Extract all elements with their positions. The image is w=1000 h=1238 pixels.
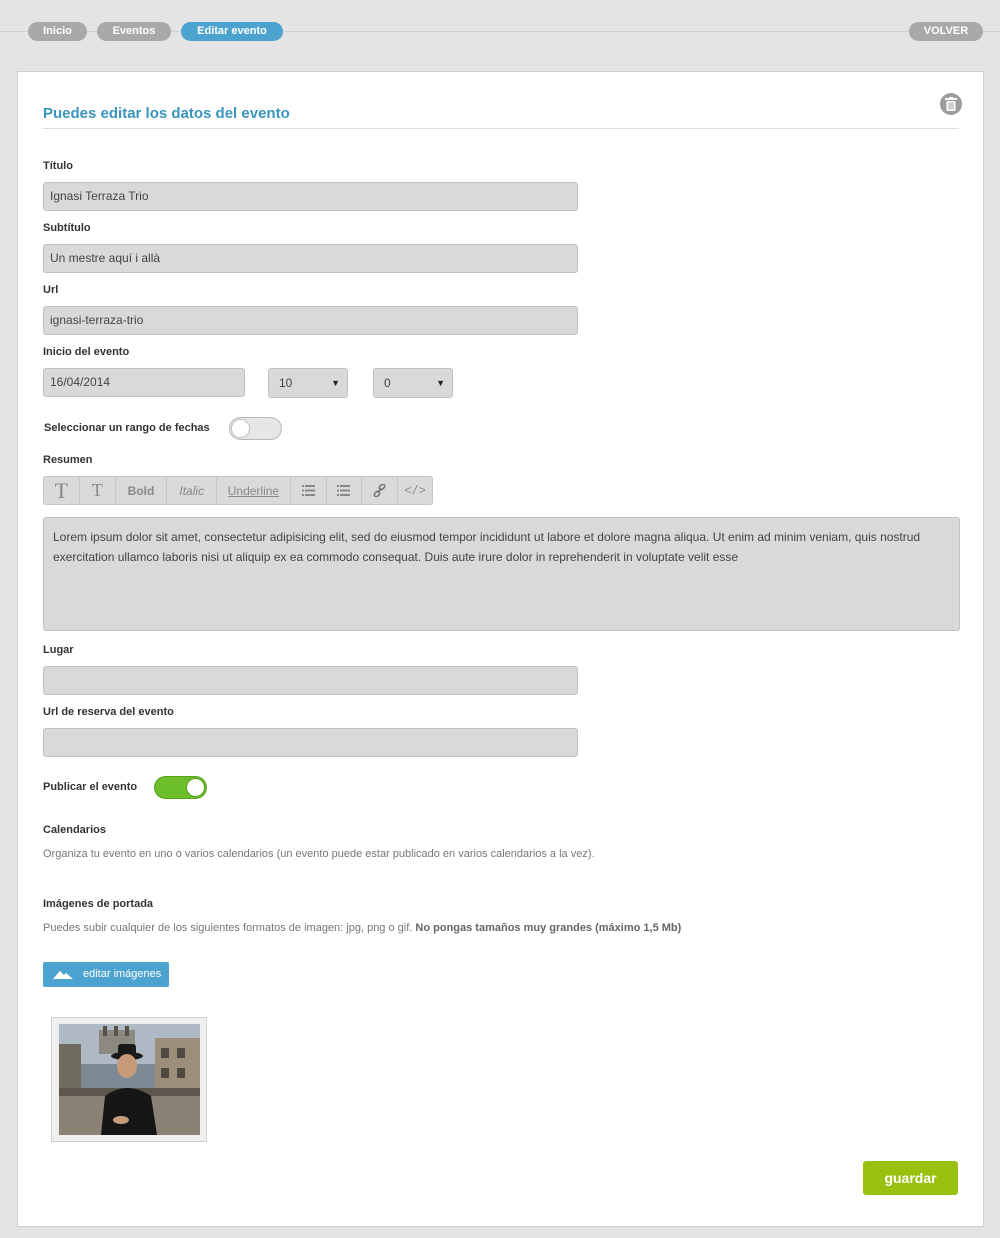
title-divider	[43, 128, 959, 129]
ordered-list-icon	[337, 485, 351, 496]
code-button[interactable]: </>	[398, 477, 432, 504]
summary-editor[interactable]: Lorem ipsum dolor sit amet, consectetur …	[43, 517, 960, 631]
booking-url-label: Url de reserva del evento	[43, 706, 174, 718]
calendars-help: Organiza tu evento en uno o varios calen…	[43, 848, 595, 860]
link-icon	[373, 484, 386, 497]
editor-toolbar: T T Bold Italic Underline </>	[43, 476, 433, 505]
toggle-knob	[231, 419, 250, 438]
heading2-button[interactable]: T	[80, 477, 116, 504]
date-range-toggle[interactable]	[229, 417, 282, 440]
cover-photo	[59, 1024, 200, 1135]
cover-images-size-warning: No pongas tamaños muy grandes (máximo 1,…	[415, 922, 682, 934]
save-button[interactable]: guardar	[863, 1161, 958, 1195]
delete-event-button[interactable]	[940, 93, 962, 115]
booking-url-input[interactable]	[43, 728, 578, 757]
cover-images-label: Imágenes de portada	[43, 898, 154, 910]
edit-images-button[interactable]: editar imágenes	[43, 962, 169, 987]
url-label: Url	[43, 284, 59, 296]
publish-toggle[interactable]	[154, 776, 207, 799]
start-hour-value: 10	[279, 376, 293, 390]
calendars-label: Calendarios	[43, 824, 106, 836]
cover-images-help: Puedes subir cualquier de los siguientes…	[43, 922, 681, 934]
dropdown-arrow-icon: ▼	[331, 378, 340, 388]
subtitle-input[interactable]: Un mestre aquí i allà	[43, 244, 578, 273]
bold-button[interactable]: Bold	[116, 477, 168, 504]
place-input[interactable]	[43, 666, 578, 695]
page-title: Puedes editar los datos del evento	[43, 105, 290, 122]
url-input[interactable]: ignasi-terraza-trio	[43, 306, 578, 335]
image-mountain-icon	[53, 971, 73, 979]
subtitle-label: Subtítulo	[43, 222, 91, 234]
toggle-knob	[186, 778, 205, 797]
date-range-label: Seleccionar un rango de fechas	[44, 422, 210, 434]
place-label: Lugar	[43, 644, 74, 656]
cover-image-thumbnail[interactable]	[51, 1017, 207, 1142]
start-minute-select[interactable]: 0 ▼	[373, 368, 453, 398]
edit-images-label: editar imágenes	[83, 968, 162, 980]
publish-label: Publicar el evento	[43, 781, 138, 793]
start-minute-value: 0	[384, 376, 391, 390]
italic-button[interactable]: Italic	[167, 477, 218, 504]
start-hour-select[interactable]: 10 ▼	[268, 368, 348, 398]
breadcrumb-bar: Inicio Eventos Editar evento VOLVER	[0, 0, 1000, 62]
start-date-label: Inicio del evento	[43, 346, 130, 358]
title-label: Título	[43, 160, 73, 172]
underline-button[interactable]: Underline	[217, 477, 291, 504]
edit-event-panel: Puedes editar los datos del evento Títul…	[17, 71, 984, 1227]
unordered-list-button[interactable]	[291, 477, 327, 504]
breadcrumb-home[interactable]: Inicio	[28, 22, 87, 41]
breadcrumb-events[interactable]: Eventos	[97, 22, 171, 41]
summary-label: Resumen	[43, 454, 93, 466]
title-input[interactable]: Ignasi Terraza Trio	[43, 182, 578, 211]
heading1-button[interactable]: T	[44, 477, 80, 504]
start-date-input[interactable]: 16/04/2014	[43, 368, 245, 397]
ordered-list-button[interactable]	[327, 477, 363, 504]
cover-images-help-text: Puedes subir cualquier de los siguientes…	[43, 922, 413, 934]
back-button[interactable]: VOLVER	[909, 22, 983, 41]
unordered-list-icon	[301, 485, 315, 496]
trash-icon	[945, 97, 957, 111]
breadcrumb-edit-event[interactable]: Editar evento	[181, 22, 283, 41]
link-button[interactable]	[362, 477, 399, 504]
dropdown-arrow-icon: ▼	[436, 378, 445, 388]
